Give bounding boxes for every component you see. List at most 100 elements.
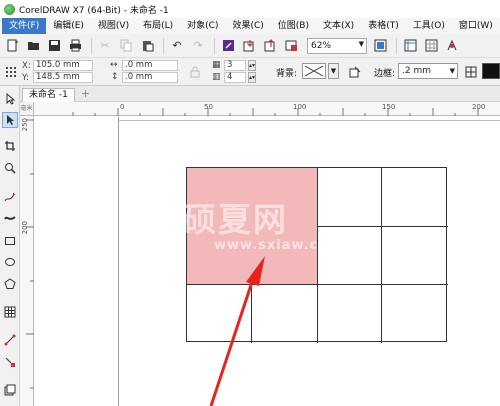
- save-icon[interactable]: [45, 37, 63, 55]
- table-tool-icon[interactable]: [2, 304, 18, 320]
- redo-icon[interactable]: ↷: [189, 37, 207, 55]
- property-bar: X: 105.0 mm Y: 148.5 mm ↔ .0 mm ↕ .0 mm …: [0, 58, 500, 86]
- add-tab-icon[interactable]: +: [80, 88, 91, 100]
- drop-shadow-tool-icon[interactable]: [2, 354, 18, 370]
- y-position-field[interactable]: 148.5 mm: [33, 72, 93, 83]
- border-color-swatch[interactable]: [482, 63, 500, 79]
- ellipse-tool-icon[interactable]: [2, 254, 18, 270]
- zoom-tool-icon[interactable]: [2, 160, 18, 176]
- page-border-top: [118, 120, 500, 121]
- menu-view[interactable]: 视图(V): [91, 18, 136, 34]
- background-label: 背景:: [276, 69, 298, 79]
- chevron-down-icon: ▼: [358, 39, 364, 48]
- lock-ratio-icon[interactable]: [186, 63, 204, 81]
- menu-edit[interactable]: 编辑(E): [46, 18, 91, 34]
- border-label: 边框:: [374, 69, 396, 79]
- table-grid-line: [317, 285, 318, 343]
- standard-toolbar: ✂ ↶ ↷ 62% ▼: [0, 34, 500, 58]
- shape-tool-icon[interactable]: [2, 112, 18, 128]
- zoom-value: 62%: [311, 40, 332, 51]
- horizontal-ruler[interactable]: 0 50 100 150 200: [34, 102, 500, 116]
- paste-icon[interactable]: [138, 37, 156, 55]
- show-grid-icon[interactable]: [422, 37, 440, 55]
- connector-tool-icon[interactable]: [2, 332, 18, 348]
- vertical-ruler-ticks: [26, 119, 34, 389]
- artistic-media-tool-icon[interactable]: [2, 210, 18, 226]
- toolbox: [0, 86, 20, 406]
- width-arrow-icon: ↔: [110, 60, 118, 70]
- background-dropdown-button[interactable]: ▼: [328, 63, 339, 79]
- horizontal-ruler-ticks: [72, 108, 479, 116]
- toolbar-separator: [91, 37, 92, 54]
- toolbar-separator: [396, 37, 397, 54]
- coreldraw-logo-icon: [4, 3, 15, 15]
- border-width-select[interactable]: .2 mm ▼: [398, 63, 458, 79]
- menu-text[interactable]: 文本(X): [316, 18, 361, 34]
- height-field[interactable]: .0 mm: [122, 72, 178, 83]
- table-cols-icon: ▥: [212, 72, 221, 82]
- edit-fill-icon[interactable]: [346, 63, 364, 81]
- crop-tool-icon[interactable]: [2, 138, 18, 154]
- ruler-v-label: 200: [21, 221, 29, 235]
- cols-field[interactable]: 4: [224, 72, 246, 83]
- menu-file[interactable]: 文件(F): [2, 18, 47, 34]
- chevron-down-icon: ▼: [449, 67, 455, 75]
- menu-tools[interactable]: 工具(O): [406, 18, 452, 34]
- vertical-ruler[interactable]: 250 200: [20, 116, 34, 406]
- object-origin-icon[interactable]: [2, 63, 20, 81]
- menu-table[interactable]: 表格(T): [361, 18, 406, 34]
- table-rows-icon: ▦: [212, 60, 221, 70]
- rectangle-tool-icon[interactable]: [2, 233, 18, 249]
- fill-tool-icon[interactable]: [2, 382, 18, 398]
- cut-icon[interactable]: ✂: [96, 37, 114, 55]
- menu-object[interactable]: 对象(C): [180, 18, 225, 34]
- watermark-url: www.sxiaw.com: [214, 238, 343, 253]
- border-sides-icon[interactable]: [462, 63, 480, 81]
- watermark-logo-text: 硕夏网: [183, 200, 288, 239]
- export-icon[interactable]: [261, 37, 279, 55]
- table-grid-line: [251, 285, 252, 343]
- height-arrow-icon: ↕: [111, 72, 119, 82]
- page-border-left: [118, 117, 119, 406]
- rows-field[interactable]: 3: [224, 60, 246, 71]
- cols-spinner[interactable]: ▴▾: [248, 72, 256, 83]
- table-grid-line: [381, 285, 382, 343]
- undo-icon[interactable]: ↶: [168, 37, 186, 55]
- publish-pdf-icon[interactable]: [282, 37, 300, 55]
- snap-to-icon[interactable]: [443, 37, 461, 55]
- menu-window[interactable]: 窗口(W): [452, 18, 500, 34]
- menu-bar: 文件(F) 编辑(E) 视图(V) 布局(L) 对象(C) 效果(C) 位图(B…: [0, 18, 500, 34]
- x-label: X:: [22, 61, 31, 71]
- copy-icon[interactable]: [117, 37, 135, 55]
- ruler-h-label: 50: [204, 103, 213, 111]
- toolbar-separator: [163, 37, 164, 54]
- show-rulers-icon[interactable]: [401, 37, 419, 55]
- menu-effects[interactable]: 效果(C): [225, 18, 270, 34]
- new-document-icon[interactable]: [3, 37, 21, 55]
- ruler-v-label: 250: [21, 118, 29, 132]
- y-label: Y:: [22, 73, 29, 83]
- ruler-h-label: 100: [293, 103, 307, 111]
- import-icon[interactable]: [240, 37, 258, 55]
- menu-layout[interactable]: 布局(L): [136, 18, 180, 34]
- menu-bitmap[interactable]: 位图(B): [271, 18, 316, 34]
- document-tab[interactable]: 未命名 -1: [22, 88, 75, 102]
- freehand-tool-icon[interactable]: [2, 190, 18, 206]
- x-position-field[interactable]: 105.0 mm: [33, 60, 93, 71]
- background-color-swatch[interactable]: [302, 63, 326, 79]
- zoom-level-select[interactable]: 62% ▼: [307, 37, 367, 54]
- print-icon[interactable]: [66, 37, 84, 55]
- border-width-value: .2 mm: [402, 66, 431, 76]
- pick-tool-icon[interactable]: [2, 91, 18, 107]
- width-field[interactable]: .0 mm: [122, 60, 178, 71]
- ruler-h-label: 200: [472, 103, 486, 111]
- toolbar-separator: [214, 37, 215, 54]
- table-grid-line: [318, 284, 448, 285]
- rows-spinner[interactable]: ▴▾: [248, 60, 256, 71]
- title-bar: CorelDRAW X7 (64-Bit) - 未命名 -1: [0, 0, 500, 18]
- full-screen-icon[interactable]: [371, 37, 389, 55]
- polygon-tool-icon[interactable]: [2, 276, 18, 292]
- ruler-origin[interactable]: 毫米: [20, 102, 34, 116]
- search-content-icon[interactable]: [219, 37, 237, 55]
- open-folder-icon[interactable]: [24, 37, 42, 55]
